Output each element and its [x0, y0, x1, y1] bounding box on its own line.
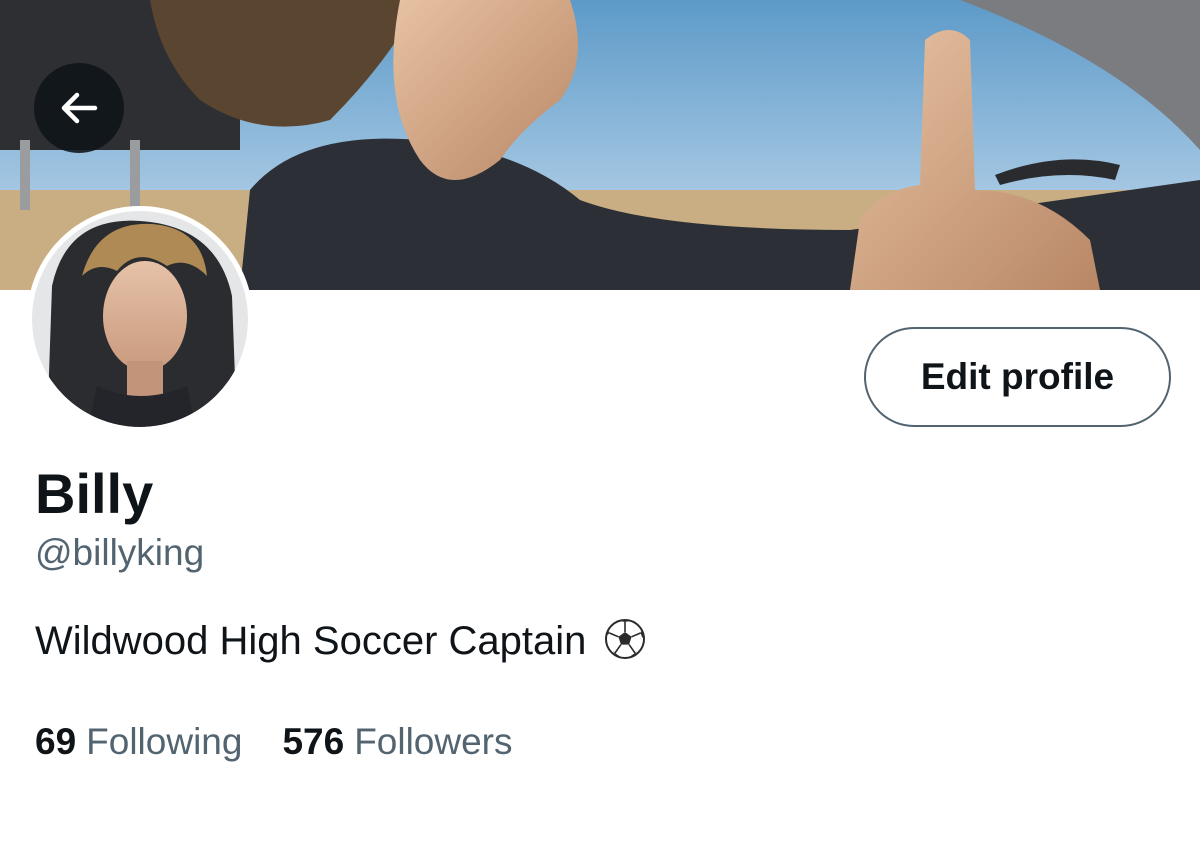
- display-name: Billy: [35, 462, 154, 525]
- edit-profile-button[interactable]: Edit profile: [864, 327, 1171, 427]
- user-handle: @billyking: [35, 532, 205, 573]
- bio-text: Wildwood High Soccer Captain: [35, 619, 587, 663]
- followers-count: 576: [282, 721, 345, 762]
- followers-stat[interactable]: 576 Followers: [282, 720, 512, 764]
- back-button[interactable]: [34, 63, 124, 153]
- followers-label: Followers: [354, 721, 513, 762]
- profile-page: Edit profile Billy @billyking Wildwood H…: [0, 0, 1200, 845]
- profile-stats: 69 Following 576 Followers: [35, 720, 513, 764]
- following-count: 69: [35, 721, 77, 762]
- arrow-left-icon: [61, 92, 98, 124]
- following-label: Following: [86, 721, 243, 762]
- avatar[interactable]: [27, 206, 253, 432]
- following-stat[interactable]: 69 Following: [35, 720, 242, 764]
- soccer-ball-icon: [604, 618, 646, 671]
- profile-bio: Wildwood High Soccer Captain: [35, 617, 646, 671]
